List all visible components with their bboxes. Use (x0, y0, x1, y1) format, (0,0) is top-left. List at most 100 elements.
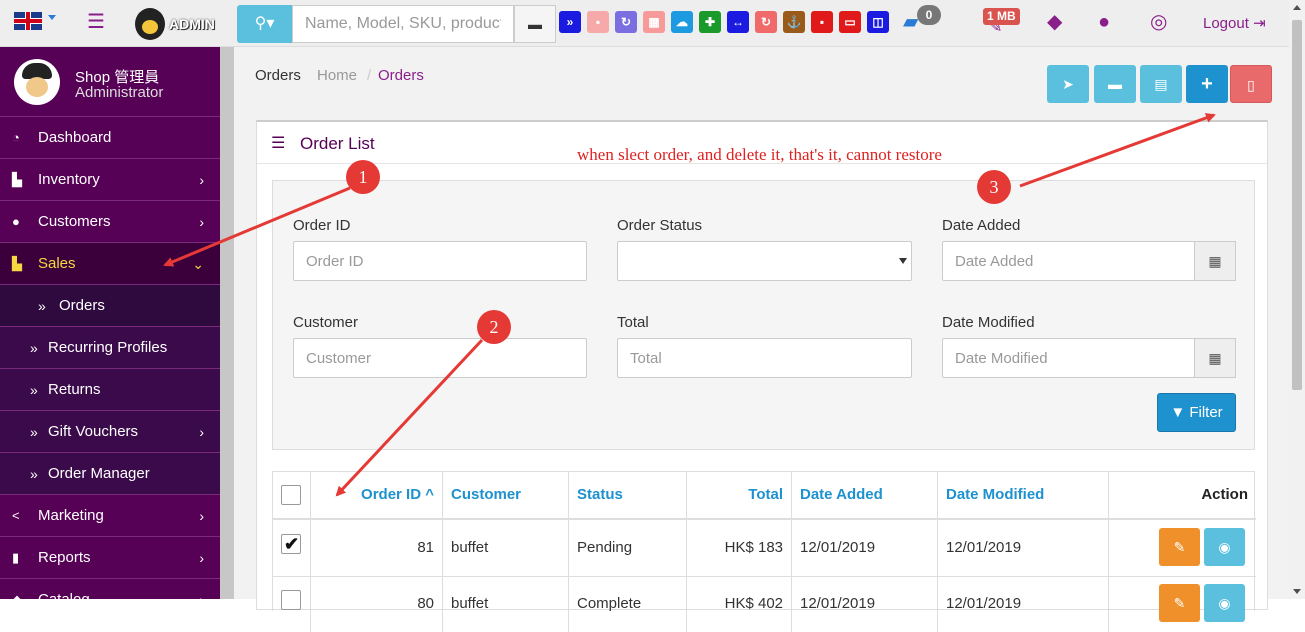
select-all-cell (273, 472, 311, 518)
column-header-status[interactable]: Status (569, 472, 687, 518)
lifebuoy-icon[interactable]: ◎ (1150, 12, 1167, 32)
notification-badge: 0 (917, 5, 941, 25)
column-header-customer[interactable]: Customer (443, 472, 569, 518)
sidebar-scrollbar[interactable] (220, 47, 234, 599)
search-input[interactable] (292, 5, 514, 43)
language-caret-icon[interactable] (48, 15, 56, 20)
sidebar-item-reports[interactable]: ▮ Reports › (0, 536, 220, 578)
sidebar-item-customers[interactable]: ● Customers › (0, 200, 220, 242)
avatar (14, 59, 60, 105)
sidebar-item-sales[interactable]: ▙ Sales ⌄ (0, 242, 220, 284)
sidebar-item-label: Gift Vouchers (48, 423, 139, 440)
date-modified-field[interactable] (942, 338, 1195, 378)
share-icon: < (12, 508, 20, 523)
inbox-icon[interactable]: ▭ (839, 11, 861, 33)
calendar-icon[interactable]: ▦ (643, 11, 665, 33)
user-profile[interactable]: Shop 管理員 Administrator (0, 47, 220, 117)
columns-icon[interactable]: ◫ (867, 11, 889, 33)
filter-button[interactable]: ▼ Filter (1157, 393, 1236, 432)
sidebar-item-catalog[interactable]: ◆ Catalog › (0, 578, 220, 620)
cloud-icon[interactable]: ☁ (671, 11, 693, 33)
sidebar-item-order-manager[interactable]: » Order Manager (0, 452, 220, 494)
shipping-button[interactable]: ▬ (1094, 65, 1136, 103)
sidebar-item-inventory[interactable]: ▙ Inventory › (0, 158, 220, 200)
calendar-icon[interactable]: ▦ (1194, 241, 1236, 281)
globe-icon[interactable]: ● (1098, 12, 1110, 32)
scroll-down-icon[interactable] (1293, 589, 1301, 594)
order-id-cell: 80 (311, 576, 443, 632)
header-label: Order ID (361, 486, 422, 503)
pencil-icon: ✎ (1173, 539, 1186, 555)
breadcrumb-home[interactable]: Home (317, 67, 357, 84)
column-header-date-added[interactable]: Date Added (792, 472, 938, 518)
date-added-field[interactable] (942, 241, 1195, 281)
total-field[interactable] (617, 338, 912, 378)
bell-icon[interactable]: ◆ (1047, 12, 1062, 32)
page-title: Orders (255, 67, 301, 84)
edit-button[interactable]: ✎ (1159, 528, 1200, 566)
chevron-right-icon: › (199, 550, 204, 566)
callout-2: 2 (477, 310, 511, 344)
row-select-cell: ✔ (273, 520, 311, 576)
puzzle-icon[interactable]: ✚ (699, 11, 721, 33)
breadcrumb-orders[interactable]: Orders (378, 67, 424, 84)
delete-button[interactable]: ▯ (1230, 65, 1272, 103)
sidebar-item-returns[interactable]: » Returns (0, 368, 220, 410)
sidebar-item-recurring-profiles[interactable]: » Recurring Profiles (0, 326, 220, 368)
sidebar-item-label: Dashboard (38, 129, 112, 146)
edit-button[interactable]: ✎ (1159, 584, 1200, 622)
column-header-action: Action (1201, 486, 1248, 503)
cart-icon[interactable]: ▪ (811, 11, 833, 33)
eraser-icon[interactable]: ▬ (514, 5, 556, 43)
plus-icon: + (1201, 73, 1213, 95)
sidebar-item-orders[interactable]: » Orders (0, 284, 220, 326)
view-button[interactable]: ◉ (1204, 528, 1245, 566)
select-all-checkbox[interactable] (281, 485, 301, 505)
column-header-date-modified[interactable]: Date Modified (938, 472, 1109, 518)
print-button[interactable]: ▤ (1140, 65, 1182, 103)
folder-icon[interactable]: ▪ (587, 11, 609, 33)
sort-asc-icon: ^ (425, 486, 434, 503)
row-checkbox[interactable]: ✔ (281, 534, 301, 554)
chevron-right-icon: › (199, 424, 204, 440)
panel-title: Order List (300, 134, 375, 153)
sidebar-item-label: Customers (38, 213, 111, 230)
main-content: Orders Home / Orders ➤ ▬ ▤ + ▯ ☰ Order L… (234, 47, 1289, 632)
order-id-field[interactable] (293, 241, 587, 281)
column-header-total[interactable]: Total (687, 472, 792, 518)
callout-3: 3 (977, 170, 1011, 204)
scrollbar-thumb[interactable] (1292, 20, 1302, 390)
cart-icon: ▙ (12, 172, 22, 187)
sidebar-toggle-icon[interactable]: ☰ (87, 12, 109, 32)
admin-logo[interactable]: ADMIN (135, 8, 215, 40)
select-caret-icon (899, 258, 907, 264)
sidebar-item-dashboard[interactable]: ◔ Dashboard (0, 116, 220, 158)
eye-icon: ◉ (1218, 595, 1231, 611)
send-button[interactable]: ➤ (1047, 65, 1089, 103)
sidebar-item-gift-vouchers[interactable]: » Gift Vouchers › (0, 410, 220, 452)
page-scrollbar[interactable] (1289, 0, 1305, 599)
row-checkbox[interactable] (281, 590, 301, 610)
double-chevron-icon: » (38, 298, 46, 314)
view-button[interactable]: ◉ (1204, 584, 1245, 622)
logout-label: Logout (1203, 15, 1249, 32)
customer-field[interactable] (293, 338, 587, 378)
refresh-icon[interactable]: ↻ (615, 11, 637, 33)
sidebar-item-label: Reports (38, 549, 91, 566)
sidebar-item-marketing[interactable]: < Marketing › (0, 494, 220, 536)
forward-icon[interactable]: » (559, 11, 581, 33)
scroll-up-icon[interactable] (1293, 5, 1301, 10)
user-role: Administrator (75, 84, 164, 101)
sync-icon[interactable]: ↻ (755, 11, 777, 33)
arrows-icon[interactable]: ↔ (727, 11, 749, 33)
chevron-right-icon: › (199, 508, 204, 524)
sidebar-item-label: Returns (48, 381, 101, 398)
logout-link[interactable]: Logout ⇥ (1203, 14, 1266, 32)
column-header-order-id[interactable]: Order ID ^ (311, 472, 443, 518)
calendar-icon[interactable]: ▦ (1194, 338, 1236, 378)
search-icon[interactable]: ⚲▾ (237, 5, 292, 43)
anchor-icon[interactable]: ⚓ (783, 11, 805, 33)
add-order-button[interactable]: + (1186, 65, 1228, 103)
language-flag-icon[interactable] (14, 12, 42, 30)
order-status-select[interactable] (617, 241, 912, 281)
